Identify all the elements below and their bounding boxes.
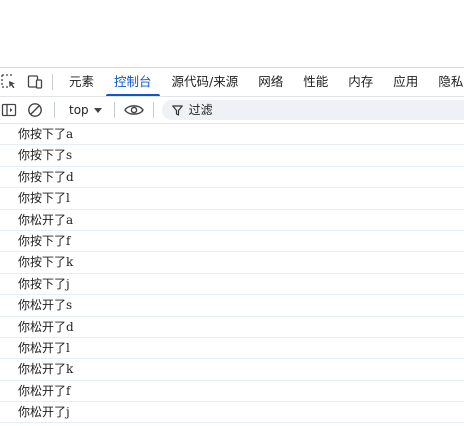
console-message-text: 你松开了d (18, 319, 74, 334)
tab-network[interactable]: 网络 (248, 68, 293, 96)
console-message-text: 你按下了a (18, 127, 74, 141)
filter-input[interactable] (188, 103, 389, 117)
console-message-text: 你松开了f (18, 383, 71, 398)
toolbar-separator (113, 102, 115, 118)
console-message-text: 你松开了j (18, 405, 70, 420)
console-message-text: 你按下了s (18, 148, 73, 163)
device-toolbar-icon[interactable] (26, 73, 44, 91)
console-message-text: 你按下了j (18, 276, 70, 291)
console-message: 你按下了a (0, 124, 464, 146)
chevron-down-icon (93, 107, 102, 113)
clear-console-icon[interactable] (26, 101, 44, 119)
console-message: 你松开了l (0, 338, 464, 360)
console-message: 你松开了s (0, 295, 464, 317)
filter-icon (171, 104, 183, 116)
console-message: 你按下了k (0, 252, 464, 274)
console-message: 你松开了j (0, 402, 464, 424)
console-message: 你松开了f (0, 381, 464, 403)
toolbar-separator (152, 102, 154, 118)
console-message-text: 你按下了l (18, 191, 70, 206)
page-content-area (0, 0, 464, 67)
console-toolbar: top (0, 97, 464, 124)
live-expression-eye-icon[interactable] (123, 101, 145, 119)
console-messages: 你按下了a 你按下了s 你按下了d 你按下了l 你松开了a 你按下了f 你按下了k 你按下了j… (0, 124, 464, 424)
console-message: 你松开了k (0, 359, 464, 381)
tab-memory[interactable]: 内存 (338, 68, 383, 96)
console-message-text: 你松开了k (18, 362, 74, 377)
devtools-panel: 元素 控制台 源代码/来源 网络 性能 内存 应用 隐私与 top (0, 67, 464, 426)
console-message: 你按下了d (0, 167, 464, 189)
console-message: 你松开了a (0, 210, 464, 231)
console-message-text: 你按下了d (18, 169, 74, 184)
console-message: 你按下了l (0, 188, 464, 210)
console-message: 你按下了f (0, 231, 464, 253)
inspect-element-icon[interactable] (0, 73, 18, 91)
devtools-tab-bar: 元素 控制台 源代码/来源 网络 性能 内存 应用 隐私与 (0, 68, 464, 97)
console-message-text: 你松开了s (18, 298, 73, 313)
console-message: 你按下了s (0, 145, 464, 167)
console-message-text: 你松开了a (18, 212, 74, 227)
console-message-text: 你按下了k (18, 255, 74, 270)
toolbar-separator (54, 102, 55, 118)
tab-elements[interactable]: 元素 (59, 68, 104, 96)
console-message: 你按下了j (0, 274, 464, 296)
tab-application[interactable]: 应用 (383, 68, 428, 96)
console-message: 你松开了d (0, 317, 464, 338)
tab-sources[interactable]: 源代码/来源 (162, 68, 249, 96)
tab-console[interactable]: 控制台 (104, 68, 162, 96)
context-label: top (69, 103, 89, 117)
console-message-text: 你松开了l (18, 340, 70, 355)
console-message-text: 你按下了f (18, 233, 71, 248)
tab-bar-separator (52, 74, 53, 90)
sidebar-toggle-icon[interactable] (0, 101, 18, 119)
context-selector[interactable]: top (65, 100, 106, 120)
tab-performance[interactable]: 性能 (293, 68, 338, 96)
console-filter[interactable] (161, 100, 464, 120)
tab-privacy[interactable]: 隐私与 (428, 68, 464, 96)
